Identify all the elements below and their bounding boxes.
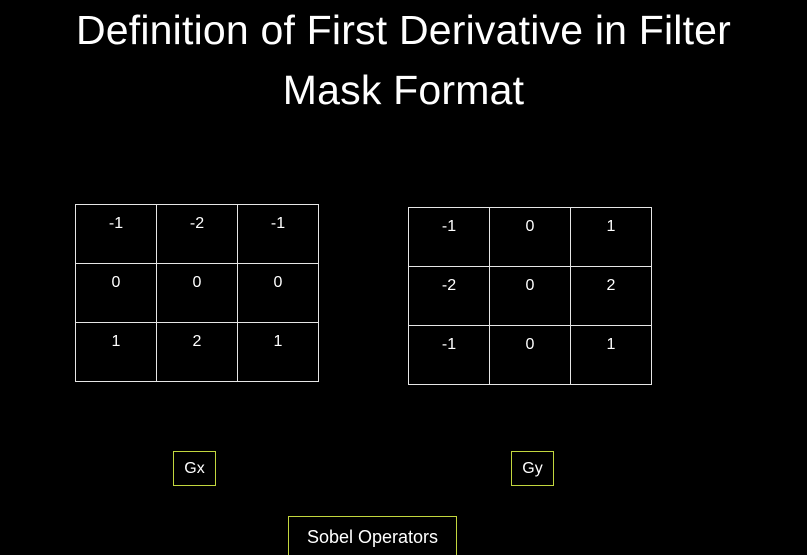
title-line-1: Definition of First Derivative in Filter <box>75 7 732 53</box>
table-cell: 2 <box>570 266 652 326</box>
table-cell: -2 <box>156 204 238 264</box>
table-row: -1 -2 -1 <box>75 204 319 264</box>
slide: Definition of First Derivative in Filter… <box>0 0 807 555</box>
table-cell: 0 <box>489 207 571 267</box>
table-cell: -1 <box>237 204 319 264</box>
table-row: -2 0 2 <box>408 266 652 326</box>
table-row: 1 2 1 <box>75 322 319 382</box>
table-cell: 1 <box>237 322 319 382</box>
table-cell: 1 <box>570 207 652 267</box>
gx-label: Gx <box>173 451 216 486</box>
title-line-2: Mask Format <box>282 67 525 113</box>
table-cell: -2 <box>408 266 490 326</box>
table-cell: 0 <box>489 325 571 385</box>
slide-title: Definition of First Derivative in Filter… <box>0 0 807 120</box>
table-row: 0 0 0 <box>75 263 319 323</box>
table-row: -1 0 1 <box>408 325 652 385</box>
table-row: -1 0 1 <box>408 207 652 267</box>
table-cell: 1 <box>570 325 652 385</box>
gx-mask-table: -1 -2 -1 0 0 0 1 2 1 <box>75 204 319 382</box>
table-cell: 0 <box>156 263 238 323</box>
table-cell: -1 <box>75 204 157 264</box>
gy-label: Gy <box>511 451 554 486</box>
table-cell: 0 <box>237 263 319 323</box>
table-cell: 2 <box>156 322 238 382</box>
table-cell: -1 <box>408 207 490 267</box>
table-cell: -1 <box>408 325 490 385</box>
table-cell: 0 <box>489 266 571 326</box>
gy-mask-table: -1 0 1 -2 0 2 -1 0 1 <box>408 207 652 385</box>
table-cell: 1 <box>75 322 157 382</box>
table-cell: 0 <box>75 263 157 323</box>
sobel-operators-caption: Sobel Operators <box>288 516 457 555</box>
